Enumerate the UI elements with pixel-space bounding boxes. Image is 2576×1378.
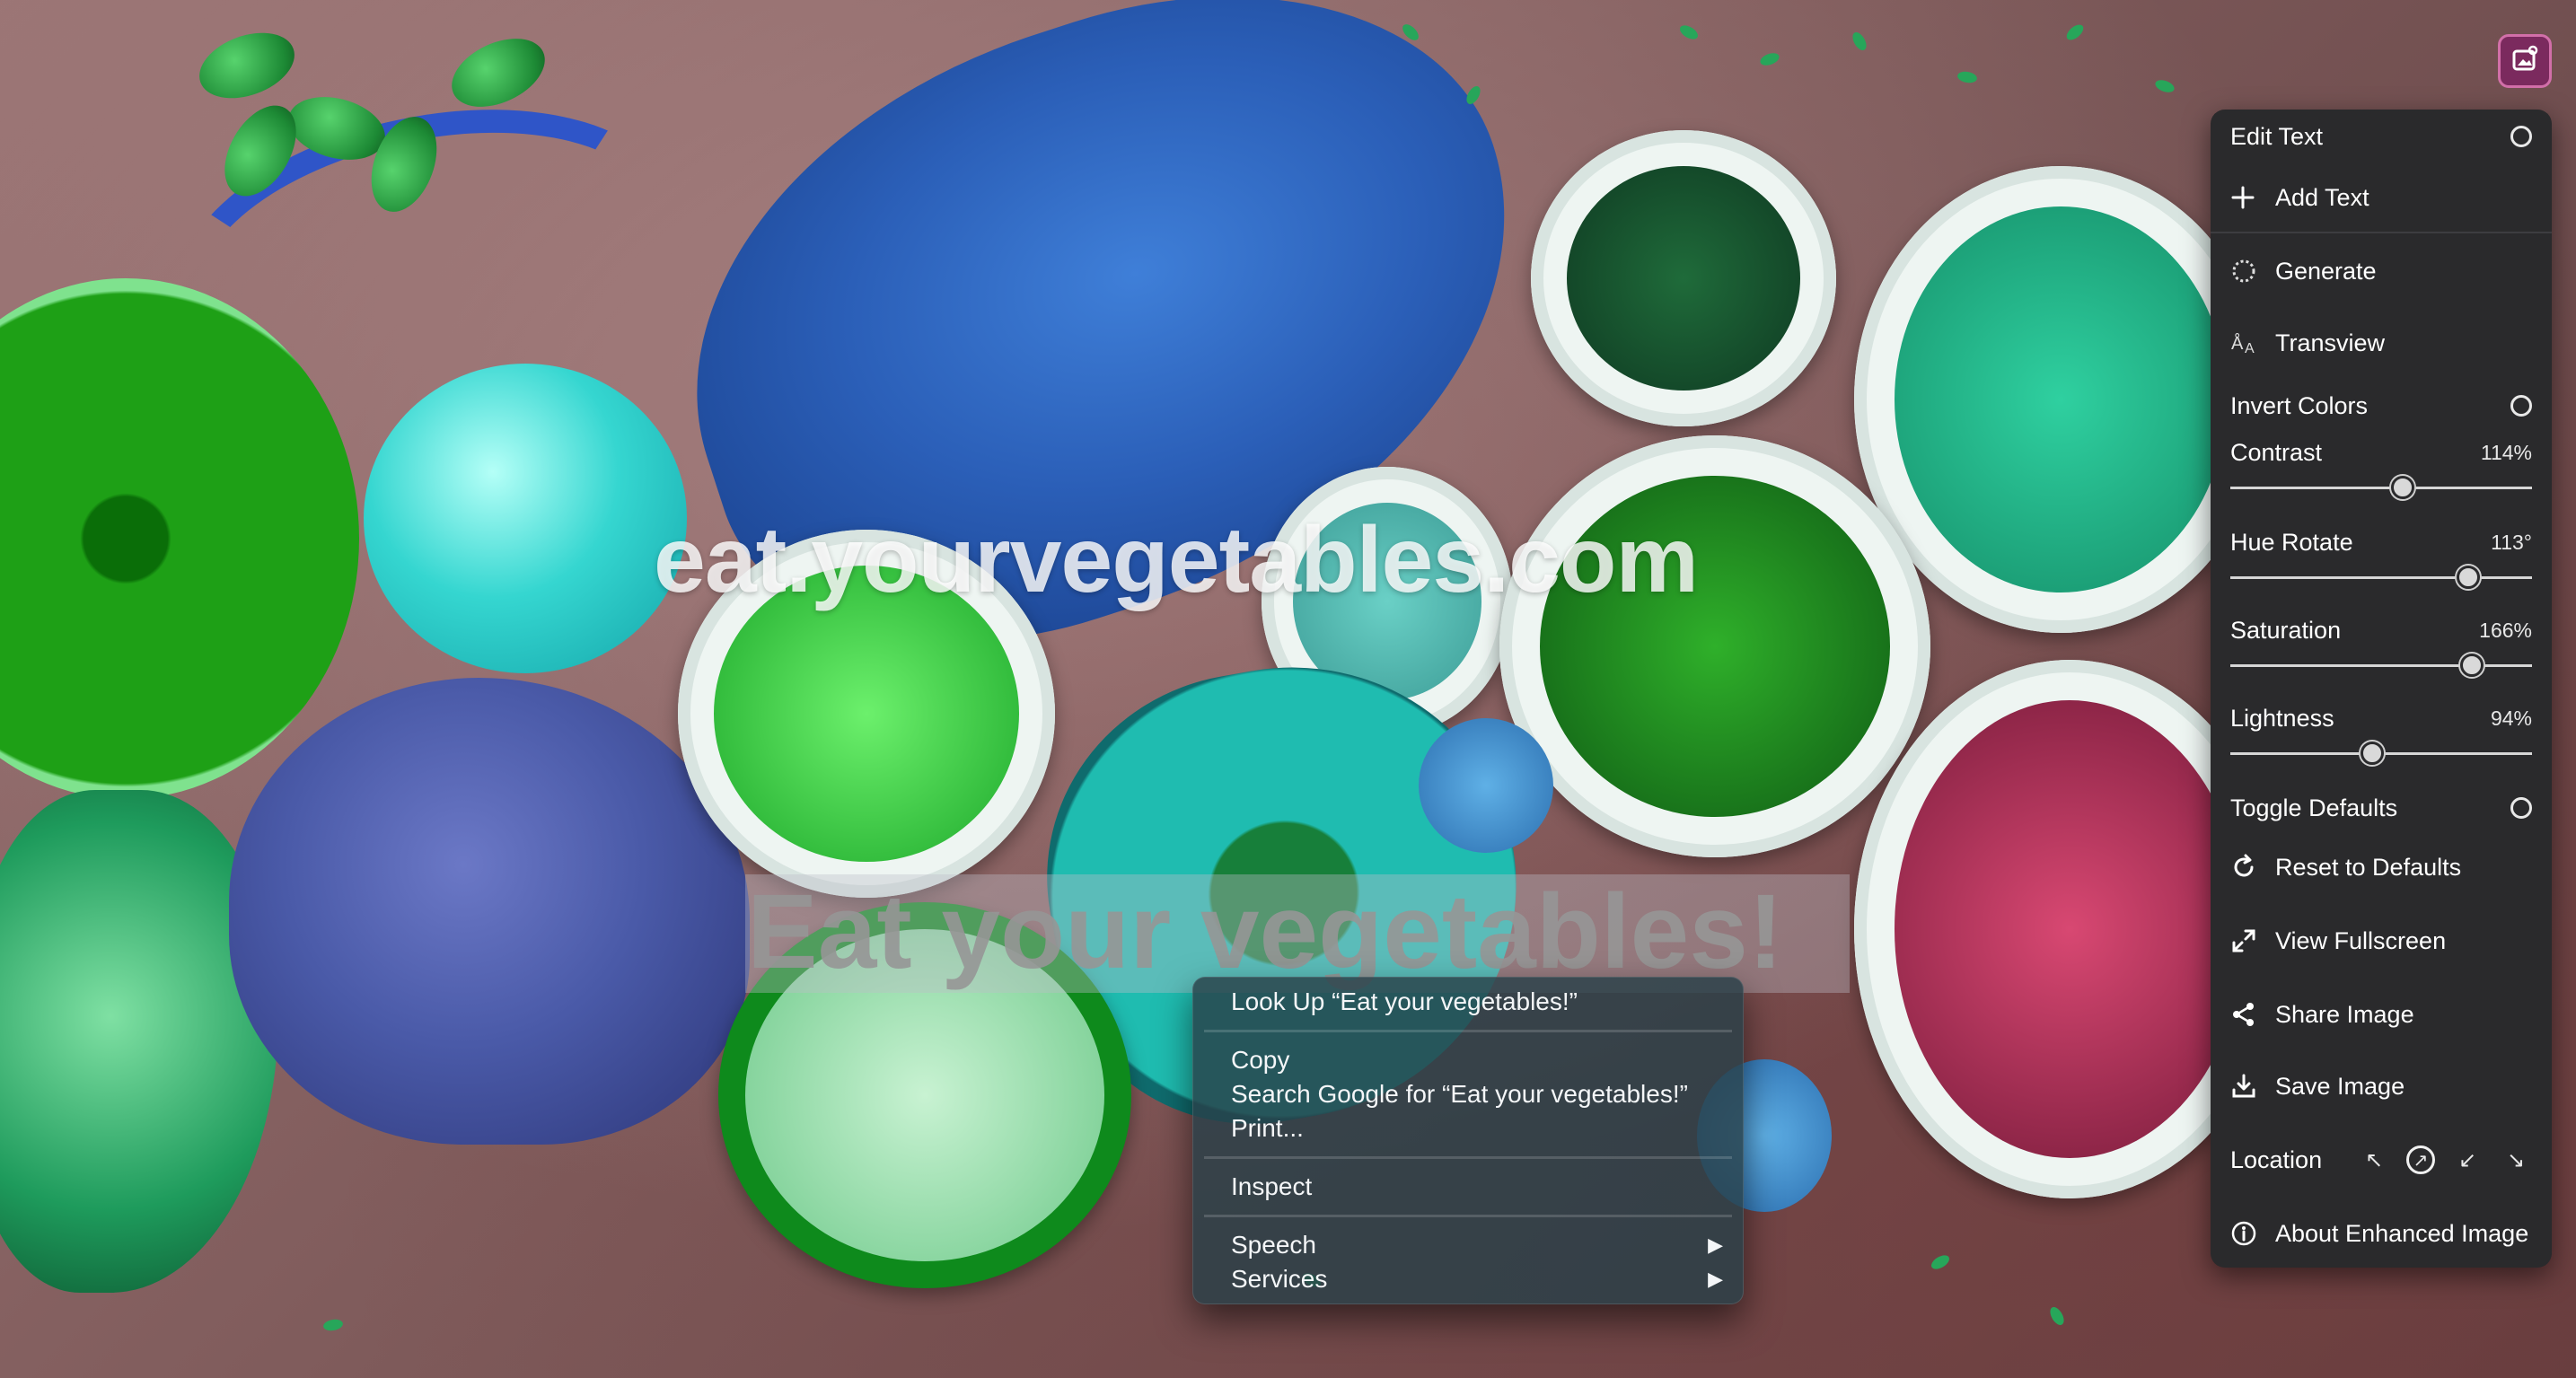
bowl-mung-beans [1854,166,2267,633]
brussels-sprout [1419,718,1553,853]
save-image-button[interactable]: Save Image [2230,1066,2532,1106]
submenu-arrow-icon: ▶ [1708,1233,1723,1256]
menu-item-copy[interactable]: Copy [1193,1043,1743,1077]
submenu-arrow-icon: ▶ [1708,1268,1723,1290]
lightness-label: Lightness [2230,704,2334,732]
save-icon [2230,1073,2275,1100]
menu-item-speech-label: Speech [1231,1231,1316,1259]
menu-item-search-google[interactable]: Search Google for “Eat your vegetables!” [1193,1077,1743,1111]
menu-item-services-label: Services [1231,1265,1328,1293]
menu-item-services[interactable]: Services ▶ [1193,1262,1743,1296]
contrast-slider[interactable] [2230,476,2532,501]
panel-divider [2211,232,2552,233]
hue-rotate-label: Hue Rotate [2230,528,2353,556]
reset-defaults-label: Reset to Defaults [2275,853,2462,881]
menu-separator [1204,1156,1732,1159]
location-label: Location [2230,1145,2323,1173]
menu-item-look-up[interactable]: Look Up “Eat your vegetables!” [1193,985,1743,1019]
about-enhanced-image-button[interactable]: About Enhanced Image [2230,1214,2532,1253]
reset-icon [2230,854,2275,881]
toggle-defaults-radio[interactable] [2510,797,2532,819]
almond [190,21,303,110]
transview-icon: ÅA [2230,329,2275,356]
site-text-overlay[interactable]: eat.yourvegetables.com [654,507,1699,614]
lightness-value: 94% [2490,706,2532,730]
edit-text-toggle[interactable]: Edit Text [2230,117,2532,156]
contrast-header: Contrast 114% [2230,433,2532,472]
menu-item-inspect[interactable]: Inspect [1193,1170,1743,1204]
hue-rotate-slider[interactable] [2230,566,2532,591]
save-image-label: Save Image [2275,1072,2405,1100]
saturation-slider-thumb[interactable] [2459,654,2484,677]
info-icon [2230,1220,2275,1247]
transview-button[interactable]: ÅA Transview [2230,323,2532,363]
generate-button[interactable]: Generate [2230,251,2532,291]
bowl-green-seeds [1499,435,1930,857]
view-fullscreen-label: View Fullscreen [2275,926,2447,954]
hue-rotate-value: 113° [2491,530,2532,554]
invert-colors-radio[interactable] [2510,395,2532,417]
menu-item-print[interactable]: Print... [1193,1111,1743,1145]
enhanced-image-panel: Edit Text Add Text Generate ÅA Transview… [2211,110,2552,1268]
arrow-up-left-icon[interactable]: ↖ [2358,1144,2390,1176]
about-label: About Enhanced Image [2275,1219,2529,1247]
share-image-button[interactable]: Share Image [2230,995,2532,1034]
share-image-label: Share Image [2275,1000,2414,1028]
view-fullscreen-button[interactable]: View Fullscreen [2230,921,2532,961]
generate-icon [2230,258,2275,285]
invert-colors-toggle[interactable]: Invert Colors [2230,386,2532,426]
invert-colors-label: Invert Colors [2230,391,2369,419]
almond [441,24,556,121]
svg-text:A: A [2245,341,2255,356]
saturation-slider[interactable] [2230,654,2532,679]
menu-item-speech[interactable]: Speech ▶ [1193,1228,1743,1262]
arrow-down-right-icon[interactable]: ↘ [2500,1144,2532,1176]
plus-icon [2230,185,2275,210]
broccoli [229,678,750,1145]
fullscreen-icon [2230,927,2275,954]
contrast-label: Contrast [2230,438,2323,466]
saturation-header: Saturation 166% [2230,610,2532,650]
contrast-slider-thumb[interactable] [2390,476,2414,499]
share-icon [2230,1001,2275,1028]
saturation-label: Saturation [2230,616,2342,644]
contrast-value: 114% [2480,440,2532,464]
toggle-defaults-toggle[interactable]: Toggle Defaults [2230,788,2532,828]
menu-separator [1204,1030,1732,1032]
arrow-down-left-icon[interactable]: ↙ [2451,1144,2484,1176]
hue-rotate-header: Hue Rotate 113° [2230,522,2532,562]
toggle-defaults-label: Toggle Defaults [2230,794,2398,821]
lightness-slider[interactable] [2230,742,2532,767]
lightness-slider-thumb[interactable] [2360,742,2384,765]
transview-label: Transview [2275,329,2386,356]
generate-label: Generate [2275,257,2377,285]
panel-toggle-button[interactable] [2498,34,2552,88]
menu-separator [1204,1215,1732,1217]
svg-text:Å: Å [2231,333,2244,354]
selected-text-overlay[interactable]: Eat your vegetables! [747,871,1783,993]
reset-defaults-button[interactable]: Reset to Defaults [2230,847,2532,887]
edit-text-label: Edit Text [2230,122,2324,150]
hue-rotate-slider-thumb[interactable] [2457,566,2481,589]
context-menu: Look Up “Eat your vegetables!” Copy Sear… [1192,977,1744,1304]
edit-text-radio[interactable] [2510,126,2532,147]
panel-toggle-icon [2510,44,2540,79]
arrow-up-right-icon[interactable]: ↗ [2406,1145,2435,1174]
bowl-seaweed [1531,130,1836,426]
add-text-label: Add Text [2275,183,2369,211]
saturation-value: 166% [2479,618,2532,642]
location-row: Location ↖ ↗ ↙ ↘ [2230,1140,2532,1180]
lightness-header: Lightness 94% [2230,698,2532,738]
apple [364,364,687,673]
add-text-button[interactable]: Add Text [2230,178,2532,217]
